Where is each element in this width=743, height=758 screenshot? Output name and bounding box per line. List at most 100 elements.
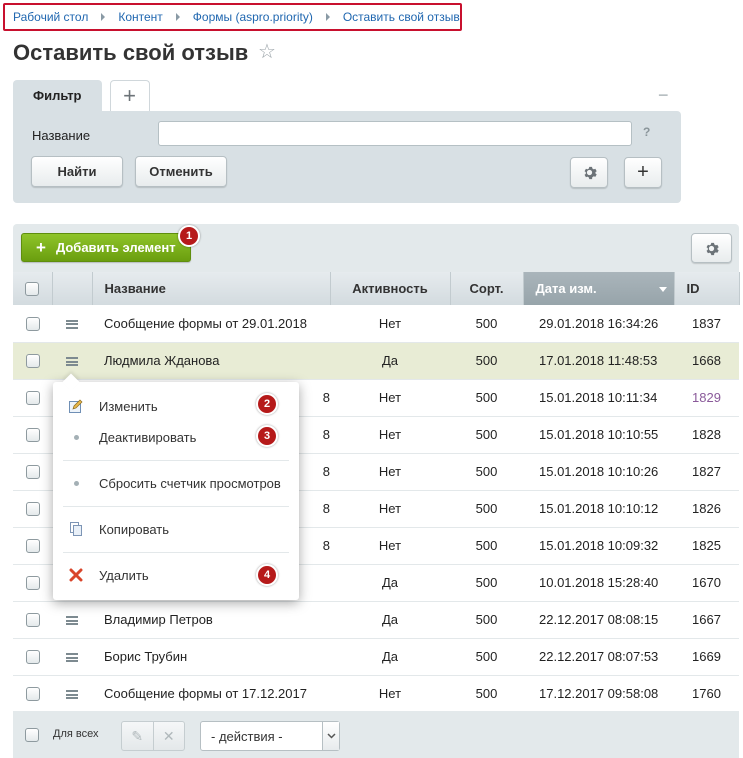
table-header-row: Название Активность Сорт. Дата изм. ID [13,272,740,305]
row-checkbox-cell[interactable] [13,379,52,417]
row-sort: 500 [450,379,523,417]
select-all-checkbox[interactable] [25,282,40,297]
menu-icon[interactable] [66,357,78,367]
table-row[interactable]: Сообщение формы от 29.01.2018 Нет 500 29.01… [13,305,739,343]
menu-item-reset-counter[interactable]: Сбросить счетчик просмотров [53,470,299,496]
row-name-link[interactable]: Людмила Жданова [92,342,330,380]
gear-icon [706,242,719,255]
add-filter-button[interactable]: + [624,157,662,188]
menu-item-copy[interactable]: Копировать [53,516,299,542]
row-id-link[interactable]: 1669 [674,638,739,676]
tab-filter[interactable]: Фильтр [13,80,102,111]
row-checkbox[interactable] [25,576,40,591]
row-id-link[interactable]: 1827 [674,453,739,491]
row-checkbox[interactable] [25,317,40,332]
for-all-checkbox[interactable] [25,728,39,742]
table-row[interactable]: Людмила Жданова Да 500 17.01.2018 11:48:53 1… [13,342,739,380]
row-actions-cell[interactable] [52,675,92,713]
grid-settings-button[interactable] [691,233,732,263]
menu-separator [63,506,289,507]
row-checkbox-cell[interactable] [13,564,52,602]
row-checkbox[interactable] [25,391,40,406]
row-checkbox[interactable] [25,428,40,443]
row-name-link[interactable]: Борис Трубин [92,638,330,676]
row-checkbox-cell[interactable] [13,601,52,639]
row-date: 15.01.2018 10:09:32 [523,527,674,565]
row-checkbox[interactable] [25,687,40,702]
breadcrumb-link-forms[interactable]: Формы (aspro.priority) [193,10,313,24]
row-checkbox[interactable] [25,650,40,665]
row-active: Нет [330,305,450,343]
row-id-link[interactable]: 1760 [674,675,739,713]
row-id-link[interactable]: 1667 [674,601,739,639]
row-actions-cell[interactable] [52,601,92,639]
row-sort: 500 [450,342,523,380]
row-date: 22.12.2017 08:08:15 [523,601,674,639]
menu-icon[interactable] [66,616,78,626]
menu-icon[interactable] [66,319,78,329]
collapse-filter-icon[interactable]: − [658,85,669,106]
find-button[interactable]: Найти [31,156,123,187]
row-date: 15.01.2018 10:10:12 [523,490,674,528]
table-row[interactable]: Сообщение формы от 17.12.2017 Нет 500 17.12… [13,675,739,713]
column-header-active[interactable]: Активность [330,272,451,305]
row-checkbox-cell[interactable] [13,453,52,491]
row-checkbox-cell[interactable] [13,638,52,676]
gear-icon [584,166,597,180]
row-sort: 500 [450,638,523,676]
column-header-name[interactable]: Название [92,272,331,305]
menu-separator [63,460,289,461]
add-filter-tab-button[interactable]: + [109,80,150,111]
menu-icon[interactable] [66,653,78,663]
column-header-date[interactable]: Дата изм. [523,272,675,305]
cancel-button[interactable]: Отменить [135,156,227,187]
row-date: 17.12.2017 09:58:08 [523,675,674,713]
row-checkbox[interactable] [25,502,40,517]
row-id-link[interactable]: 1826 [674,490,739,528]
menu-icon[interactable] [66,690,78,700]
row-name-link[interactable]: Сообщение формы от 17.12.2017 [92,675,330,713]
row-id-link[interactable]: 1670 [674,564,739,602]
row-checkbox[interactable] [25,354,40,369]
bullet-icon [53,434,99,440]
row-actions-cell[interactable] [52,305,92,343]
row-checkbox-cell[interactable] [13,490,52,528]
row-checkbox-cell[interactable] [13,305,52,343]
row-active: Нет [330,416,450,454]
row-id-link[interactable]: 1829 [674,379,739,417]
row-checkbox-cell[interactable] [13,675,52,713]
actions-select[interactable]: - действия - [200,721,340,751]
breadcrumb-link-current[interactable]: Оставить свой отзыв [343,10,460,24]
chevron-down-icon [322,722,339,750]
add-element-button[interactable]: + Добавить элемент [21,233,191,262]
row-actions-cell[interactable] [52,638,92,676]
row-id-link[interactable]: 1837 [674,305,739,343]
breadcrumb-link-content[interactable]: Контент [118,10,162,24]
row-id-link[interactable]: 1828 [674,416,739,454]
column-header-sort[interactable]: Сорт. [450,272,524,305]
breadcrumb-link-desktop[interactable]: Рабочий стол [13,10,88,24]
delete-selected-button[interactable]: ✕ [152,722,185,750]
column-header-id[interactable]: ID [674,272,740,305]
footer-action-buttons: ✎ ✕ [121,721,185,751]
row-checkbox[interactable] [25,465,40,480]
row-checkbox[interactable] [25,539,40,554]
row-id-link[interactable]: 1825 [674,527,739,565]
select-all-checkbox-cell[interactable] [13,272,53,305]
table-row[interactable]: Владимир Петров Да 500 22.12.2017 08:08:15 1… [13,601,739,639]
row-checkbox[interactable] [25,613,40,628]
row-checkbox-cell[interactable] [13,342,52,380]
row-name-link[interactable]: Владимир Петров [92,601,330,639]
row-checkbox-cell[interactable] [13,416,52,454]
row-date: 22.12.2017 08:07:53 [523,638,674,676]
row-checkbox-cell[interactable] [13,527,52,565]
row-actions-cell[interactable] [52,342,92,380]
star-icon[interactable]: ☆ [258,41,276,63]
help-icon[interactable]: ? [643,125,650,139]
row-name-link[interactable]: Сообщение формы от 29.01.2018 [92,305,330,343]
table-row[interactable]: Борис Трубин Да 500 22.12.2017 08:07:53 1669 [13,638,739,676]
filter-name-input[interactable] [158,121,632,146]
filter-settings-button[interactable] [570,157,608,188]
edit-selected-button[interactable]: ✎ [122,722,153,750]
row-id-link[interactable]: 1668 [674,342,739,380]
